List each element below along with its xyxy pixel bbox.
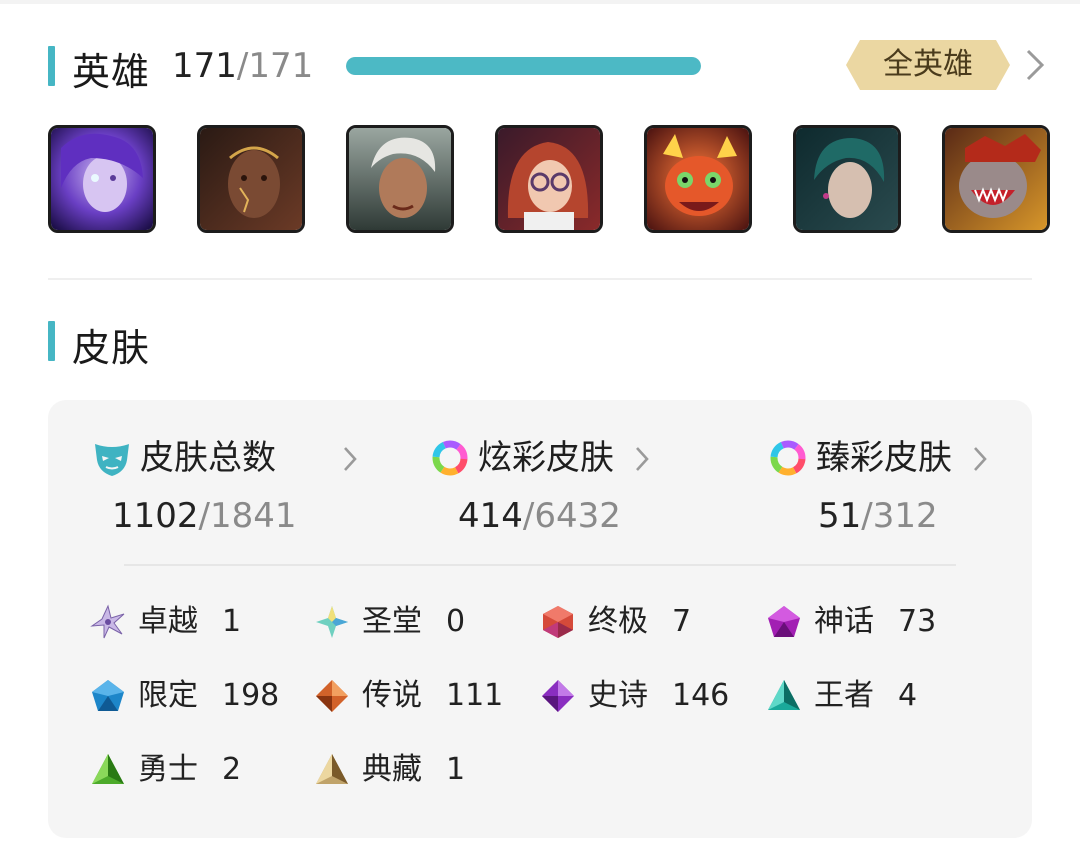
transcendent-gem-icon: [90, 604, 125, 639]
ultimate-gem-icon: [543, 606, 573, 638]
limited-gem-icon: [92, 680, 124, 711]
rarity-count: 111: [446, 678, 504, 713]
chevron-right-icon: [974, 447, 987, 471]
rarity-item-mythic[interactable]: 神话 73: [766, 600, 966, 644]
stat-total-value: 312: [872, 496, 938, 536]
epic-gem-icon: [542, 680, 574, 712]
stat-owned-value: 51: [818, 496, 862, 536]
stat-chroma-skins-label: 炫彩皮肤: [478, 438, 614, 478]
champion-portrait-teal-hair[interactable]: [793, 125, 901, 233]
rarity-count: 0: [446, 604, 466, 639]
monarch-gem-icon: [768, 680, 800, 710]
champion-portrait-purple-hair[interactable]: [48, 125, 156, 233]
rarity-name: 王者: [814, 678, 874, 713]
all-heroes-button[interactable]: 全英雄: [846, 40, 1010, 90]
rarity-count: 7: [672, 604, 692, 639]
mythic-gem-icon: [768, 606, 800, 637]
rarity-count: 1: [446, 752, 466, 787]
rainbow-ring-icon: [432, 440, 468, 476]
section-divider: [48, 278, 1032, 280]
rarity-item-exalted[interactable]: 圣堂 0: [314, 600, 494, 644]
chevron-right-icon: [636, 447, 649, 471]
top-divider: [0, 0, 1080, 4]
champion-portrait-dark-skin-gold[interactable]: [197, 125, 305, 233]
stat-prestige-skins-label: 臻彩皮肤: [816, 438, 952, 478]
rarity-item-collection[interactable]: 典藏 1: [314, 748, 514, 792]
stat-owned-value: 1102: [112, 496, 199, 536]
rarity-name: 传说: [362, 678, 422, 713]
rarity-item-legendary[interactable]: 传说 111: [314, 674, 514, 718]
skins-section-accent-bar: [48, 321, 55, 361]
rarity-item-warrior[interactable]: 勇士 2: [90, 748, 290, 792]
champion-portrait-red-hair-glasses[interactable]: [495, 125, 603, 233]
rainbow-ring-icon: [770, 440, 806, 476]
champion-portrait-red-beast[interactable]: [942, 125, 1050, 233]
heroes-section-title: 英雄: [72, 50, 151, 94]
stat-total-skins[interactable]: 皮肤总数 1102/1841: [92, 434, 357, 544]
heroes-section-accent-bar: [48, 46, 55, 86]
heroes-total-value: 171: [248, 46, 314, 86]
rarity-count: 4: [898, 678, 918, 713]
rarity-name: 卓越: [138, 604, 198, 639]
skins-summary-card: 皮肤总数 1102/1841 炫彩皮肤 414/6432 臻彩皮肤 51/312…: [48, 400, 1032, 838]
champion-portrait-silver-hair[interactable]: [346, 125, 454, 233]
heroes-owned-value: 171: [172, 46, 237, 86]
rarity-count: 73: [898, 604, 937, 639]
stat-prestige-skins-value: 51/312: [818, 492, 938, 540]
chevron-right-icon: [344, 447, 357, 471]
heroes-progress-fill: [346, 57, 701, 75]
rarity-name: 典藏: [362, 752, 422, 787]
legendary-gem-icon: [316, 680, 348, 712]
stat-separator: /: [198, 496, 210, 536]
card-divider: [124, 564, 956, 566]
rarity-name: 圣堂: [362, 604, 422, 639]
stat-separator: /: [522, 496, 535, 536]
rarity-count: 1: [222, 604, 242, 639]
rarity-count: 198: [222, 678, 280, 713]
champion-portrait-orange-creature[interactable]: [644, 125, 752, 233]
rarity-item-ultimate[interactable]: 终极 7: [540, 600, 720, 644]
stat-prestige-skins[interactable]: 臻彩皮肤 51/312: [768, 434, 1008, 544]
rarity-item-transcendent[interactable]: 卓越 1: [90, 600, 270, 644]
stat-total-skins-label: 皮肤总数: [140, 438, 276, 478]
mask-icon: [95, 444, 129, 476]
rarity-name: 终极: [588, 604, 648, 639]
skins-section-title: 皮肤: [72, 326, 151, 370]
stat-chroma-skins[interactable]: 炫彩皮肤 414/6432: [430, 434, 670, 544]
rarity-name: 史诗: [588, 678, 648, 713]
rarity-item-limited[interactable]: 限定 198: [90, 674, 290, 718]
rarity-count: 2: [222, 752, 242, 787]
collection-gem-icon: [316, 754, 348, 784]
stat-total-value: 6432: [534, 496, 621, 536]
stat-total-value: 1841: [210, 496, 297, 536]
warrior-gem-icon: [92, 754, 124, 784]
rarity-item-epic[interactable]: 史诗 146: [540, 674, 740, 718]
stat-owned-value: 414: [458, 496, 523, 536]
stat-chroma-skins-value: 414/6432: [458, 492, 621, 540]
rarity-count: 146: [672, 678, 730, 713]
rarity-name: 神话: [814, 604, 874, 639]
hero-avatar-list: [48, 125, 1080, 233]
stat-separator: /: [861, 496, 873, 536]
exalted-gem-icon: [316, 606, 348, 638]
heroes-chevron-right-icon[interactable]: [1024, 48, 1046, 82]
stat-total-skins-value: 1102/1841: [112, 492, 297, 540]
heroes-owned-count: 171/171: [172, 46, 313, 86]
rarity-name: 勇士: [138, 752, 198, 787]
heroes-progress-bar: [346, 57, 701, 75]
all-heroes-label: 全英雄: [883, 47, 973, 82]
heroes-count-separator: /: [236, 46, 249, 86]
rarity-item-monarch[interactable]: 王者 4: [766, 674, 966, 718]
rarity-name: 限定: [138, 678, 198, 713]
